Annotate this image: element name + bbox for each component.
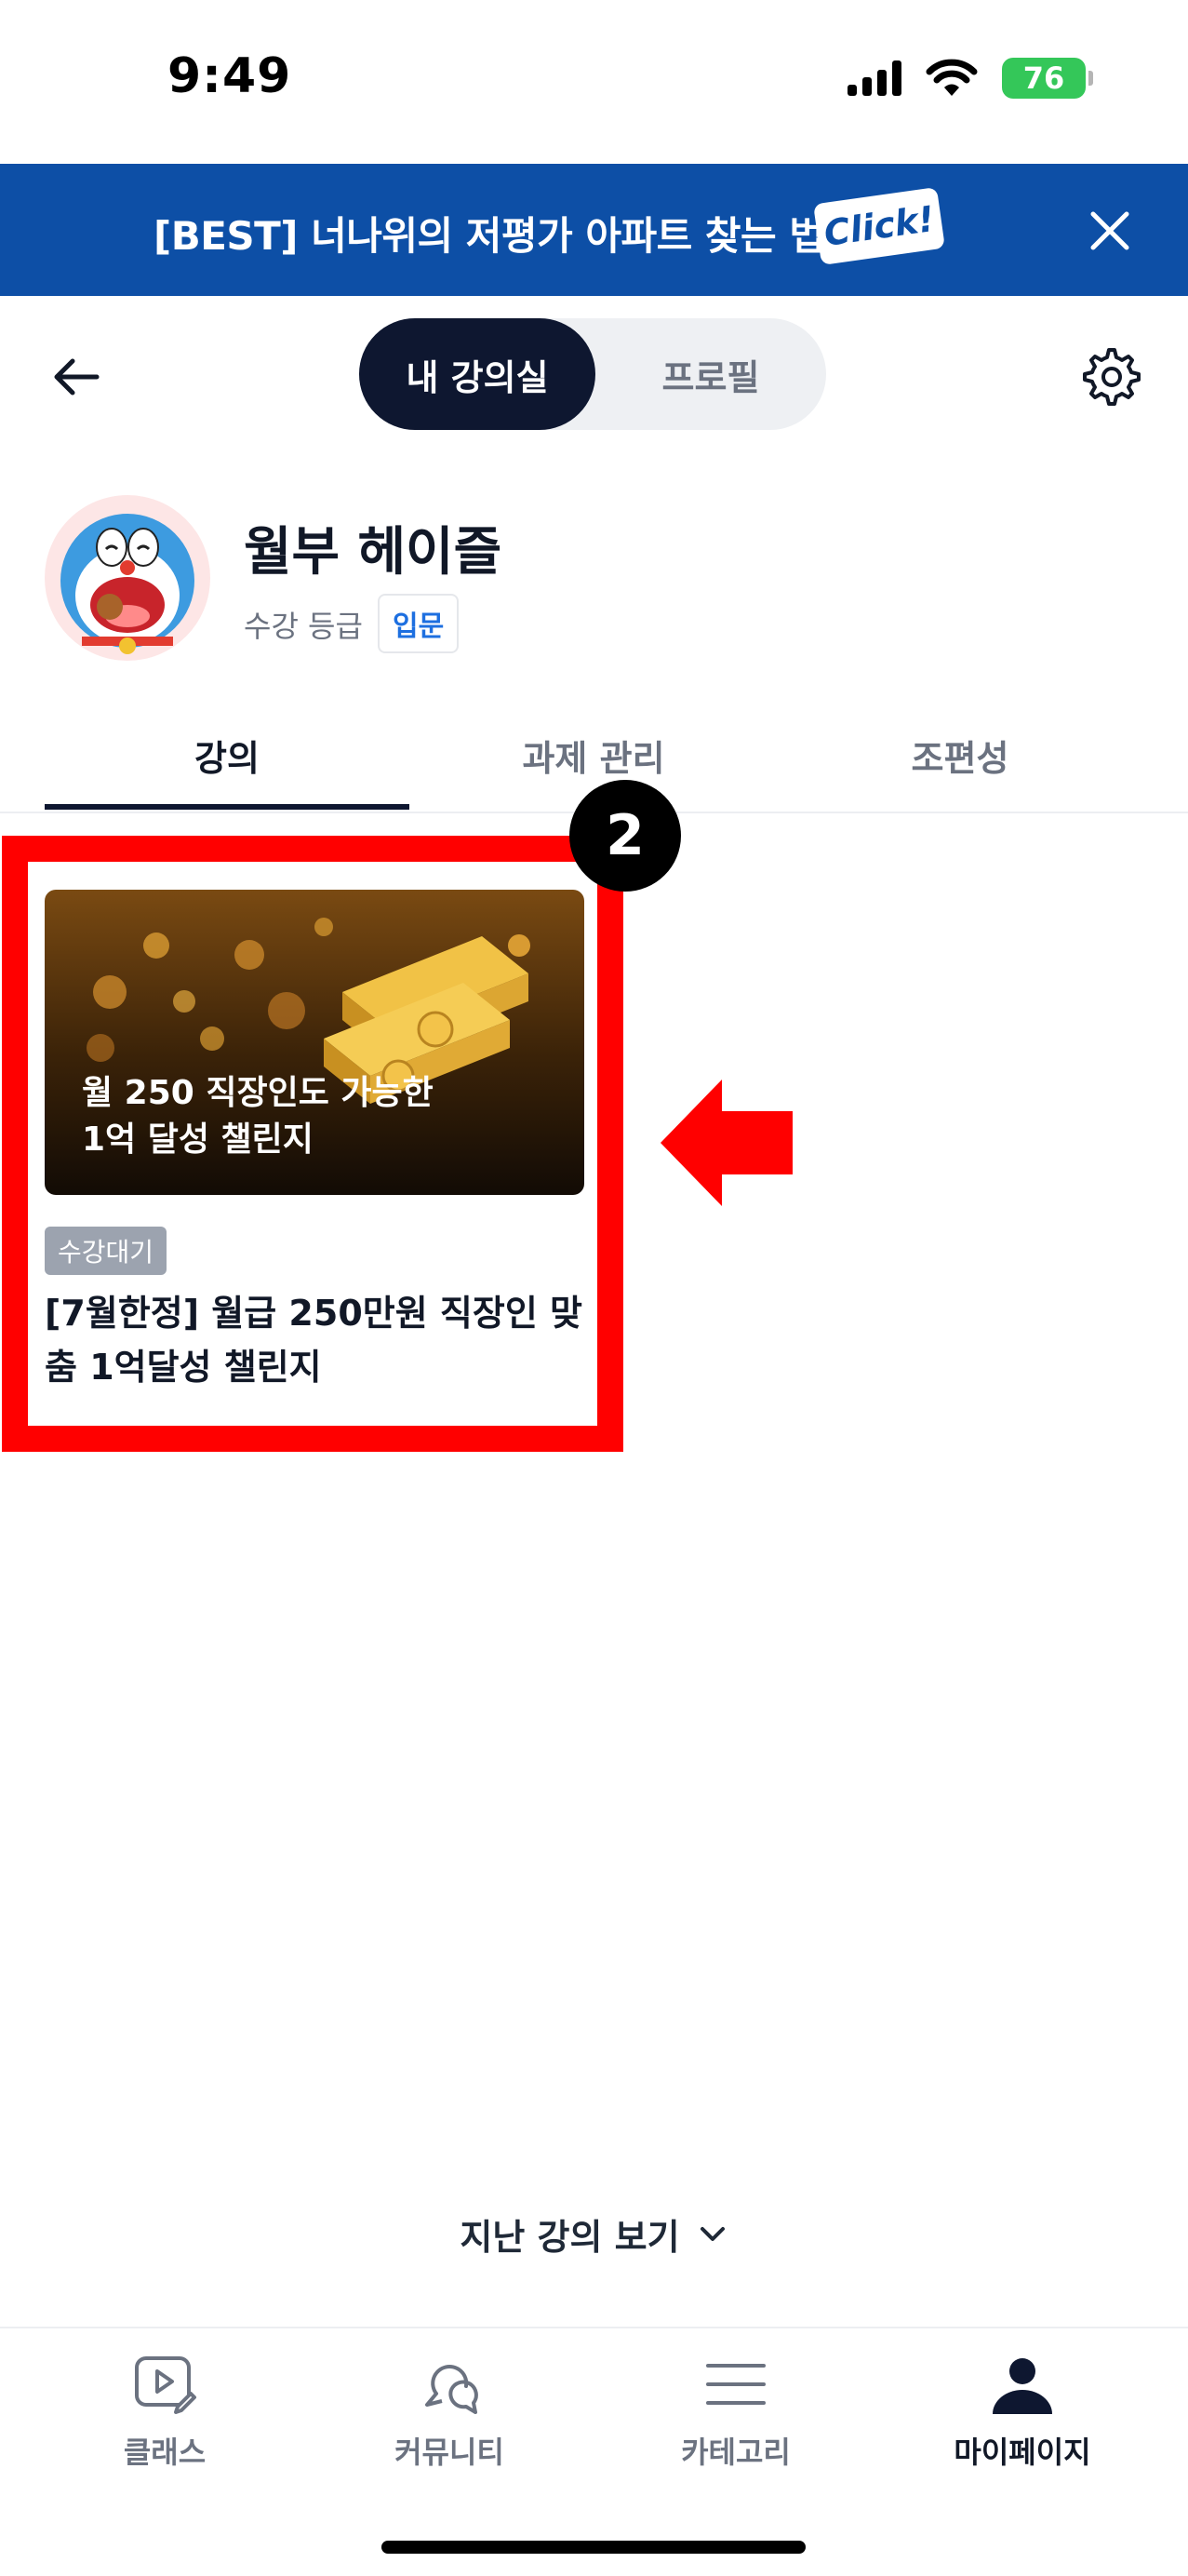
step-number-badge: 2 <box>569 780 681 892</box>
tab-group-assignment[interactable]: 조편성 <box>778 698 1142 812</box>
thumbnail-caption-line2: 1억 달성 챌린지 <box>82 1120 314 1159</box>
cellular-signal-icon <box>848 60 901 96</box>
nav-class-label: 클래스 <box>123 2435 207 2470</box>
course-thumbnail[interactable]: 월 250 직장인도 가능한 1억 달성 챌린지 <box>45 890 584 1195</box>
bottom-navigation: 클래스 커뮤니티 카테고리 마이페이지 <box>0 2327 1188 2576</box>
battery-icon: 76 <box>1002 58 1093 99</box>
promo-text: [BEST] 너나위의 저평가 아파트 찾는 법 <box>154 213 825 259</box>
grade-badge: 입문 <box>378 594 460 653</box>
category-menu-icon <box>706 2364 766 2405</box>
tab-lectures[interactable]: 강의 <box>45 698 409 812</box>
nav-mypage[interactable]: 마이페이지 <box>906 2349 1139 2489</box>
home-indicator[interactable] <box>381 2541 806 2554</box>
mypage-person-icon <box>993 2358 1052 2414</box>
active-tab-indicator <box>45 804 409 810</box>
nav-category-label: 카테고리 <box>681 2435 791 2470</box>
class-play-icon <box>135 2356 196 2414</box>
toggle-profile[interactable]: 프로필 <box>595 318 826 430</box>
past-lectures-button[interactable]: 지난 강의 보기 <box>0 2196 1188 2271</box>
community-chat-icon <box>425 2365 478 2414</box>
wifi-icon <box>926 59 978 96</box>
thumbnail-caption: 월 250 직장인도 가능한 1억 달성 챌린지 <box>82 1070 434 1163</box>
back-arrow-icon[interactable] <box>45 344 110 409</box>
pointer-arrow-icon <box>661 1080 793 1206</box>
battery-level: 76 <box>1022 60 1065 96</box>
header: 내 강의실 프로필 <box>0 296 1188 454</box>
grade-label: 수강 등급 <box>244 609 363 644</box>
avatar[interactable] <box>45 495 210 661</box>
status-badge: 수강대기 <box>45 1227 167 1275</box>
status-time: 9:49 <box>167 48 292 104</box>
gear-icon[interactable] <box>1077 342 1142 408</box>
status-bar: 9:49 76 <box>0 0 1188 164</box>
nav-class[interactable]: 클래스 <box>48 2349 281 2489</box>
view-toggle: 내 강의실 프로필 <box>359 318 826 430</box>
chevron-down-icon <box>700 2227 725 2241</box>
nav-category[interactable]: 카테고리 <box>620 2349 852 2489</box>
status-icons: 76 <box>848 58 1093 99</box>
promo-banner[interactable]: [BEST] 너나위의 저평가 아파트 찾는 법 <box>0 164 1188 296</box>
close-icon[interactable] <box>1084 205 1136 257</box>
toggle-my-classroom[interactable]: 내 강의실 <box>359 318 595 430</box>
course-title[interactable]: [7월한정] 월급 250만원 직장인 맞춤 1억달성 챌린지 <box>45 1286 594 1394</box>
past-lectures-label: 지난 강의 보기 <box>460 2216 680 2258</box>
avatar-character-image <box>60 514 194 654</box>
nav-community[interactable]: 커뮤니티 <box>333 2349 566 2489</box>
thumbnail-caption-line1: 월 250 직장인도 가능한 <box>82 1074 434 1112</box>
profile-name: 월부 헤이즐 <box>244 522 502 583</box>
nav-community-label: 커뮤니티 <box>394 2435 504 2470</box>
nav-mypage-label: 마이페이지 <box>954 2435 1091 2470</box>
